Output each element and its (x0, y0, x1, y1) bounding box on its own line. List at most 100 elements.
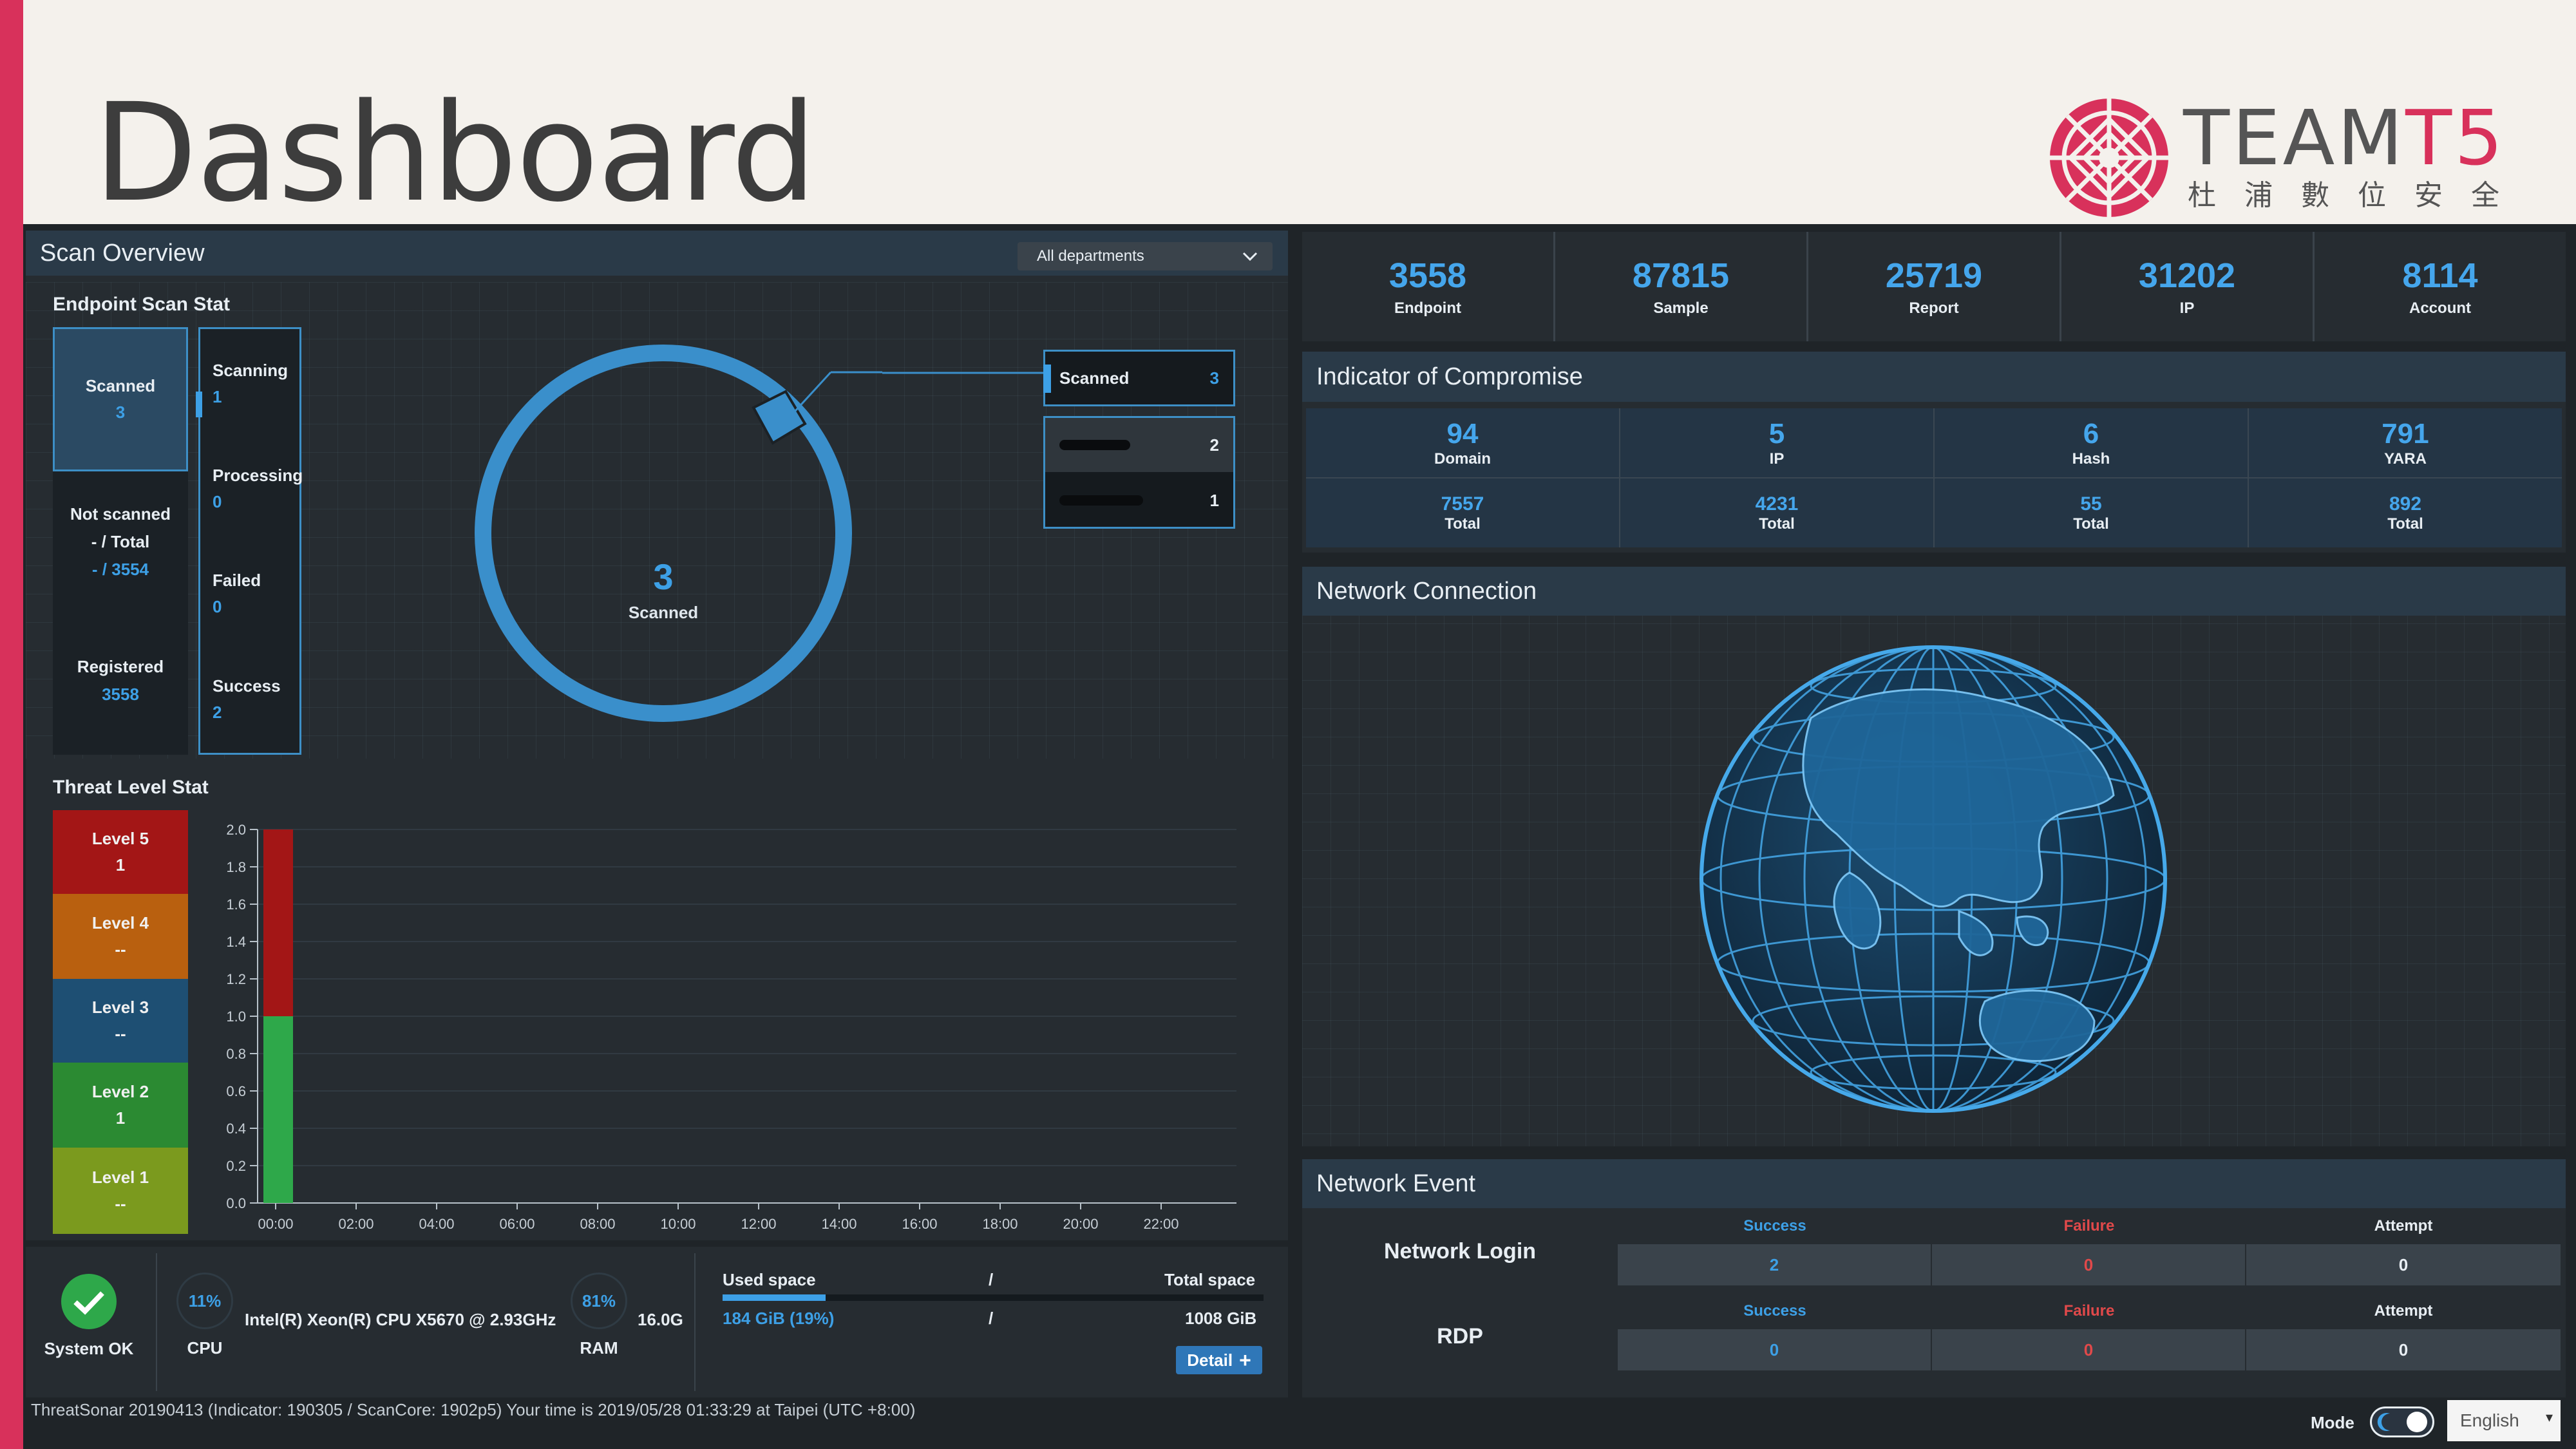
threat-level-4[interactable]: Level 4 -- (53, 894, 188, 979)
endpoint-scan-stat-title: Endpoint Scan Stat (53, 294, 231, 315)
success-header: Success (1743, 1302, 1806, 1320)
kpi-label: Sample (1653, 299, 1709, 317)
chart-ytick-label: 0.0 (226, 1195, 246, 1211)
ioc-ip[interactable]: 5 IP (1620, 408, 1933, 477)
legend-list: 2 1 (1043, 416, 1235, 529)
legend-row[interactable]: 2 (1045, 418, 1233, 472)
scanned-stat-value: 3 (115, 402, 126, 422)
rdp-success[interactable]: 0 (1618, 1329, 1931, 1370)
network-login-failure[interactable]: 0 (1932, 1244, 2245, 1285)
donut-connector (794, 371, 832, 412)
donut-handle (752, 390, 807, 445)
level-value: 1 (115, 855, 126, 875)
kpi-value: 87815 (1632, 256, 1730, 295)
disk-usage-fill (723, 1294, 826, 1301)
level-label: Level 3 (91, 998, 149, 1017)
network-login-success[interactable]: 2 (1618, 1244, 1931, 1285)
kpi-report[interactable]: 25719 Report (1808, 232, 2061, 341)
success-stat[interactable]: Success 2 (213, 676, 281, 723)
mode-toggle[interactable] (2370, 1406, 2434, 1437)
detail-button[interactable]: Detail + (1176, 1346, 1262, 1374)
kpi-value: 3558 (1388, 256, 1467, 295)
rdp-label: RDP (1437, 1324, 1483, 1349)
check-circle-icon (61, 1274, 117, 1329)
language-select[interactable]: English ▾ (2447, 1400, 2561, 1441)
system-ok-label: System OK (44, 1339, 134, 1358)
level-value: -- (115, 1024, 126, 1043)
chart-bar (263, 1016, 293, 1203)
attempt-header: Attempt (2374, 1217, 2433, 1235)
threat-level-1[interactable]: Level 1 -- (53, 1148, 188, 1234)
donut-connector-extension (882, 372, 1043, 374)
ioc-domain[interactable]: 94 Domain (1306, 408, 1619, 477)
legend-row-value: 2 (1209, 435, 1219, 455)
cpu-model: Intel(R) Xeon(R) CPU X5670 @ 2.93GHz (245, 1310, 556, 1329)
rdp-attempt[interactable]: 0 (2246, 1329, 2561, 1370)
caret-down-icon: ▾ (2545, 1409, 2553, 1425)
donut-value: 3 (653, 556, 674, 597)
language-select-value: English (2460, 1410, 2519, 1430)
ioc-total-value: 7557 (1441, 493, 1484, 515)
department-select[interactable]: All departments (1018, 242, 1273, 270)
cpu-percent: 11% (176, 1273, 233, 1329)
chart-ytick-label: 2.0 (226, 822, 246, 838)
level-value: -- (115, 1194, 126, 1213)
slide-title: Dashboard (93, 74, 817, 232)
scan-overview-panel: Scan Overview All departments Endpoint S… (26, 231, 1288, 1240)
scanning-stat[interactable]: Scanning 1 (213, 361, 288, 407)
legend-scanned[interactable]: Scanned 3 (1043, 350, 1235, 406)
failure-header: Failure (2063, 1302, 2115, 1320)
ram-label: RAM (580, 1338, 618, 1358)
processing-label: Processing (213, 466, 303, 485)
not-scanned-stat: Not scanned - / Total - / 3554 (53, 504, 188, 580)
ioc-grid: 94 Domain 5 IP 6 Hash 791 YARA 7557 Total 423… (1306, 408, 2562, 547)
chart-xtick-label: 14:00 (821, 1216, 857, 1232)
ioc-yara[interactable]: 791 YARA (2249, 408, 2562, 477)
logo-wordmark: TEAMT5 (2183, 93, 2506, 182)
threat-level-2[interactable]: Level 2 1 (53, 1063, 188, 1148)
kpi-value: 8114 (2402, 256, 2478, 295)
ioc-total-label: Total (1444, 515, 1481, 533)
legend-scanned-label: Scanned (1059, 368, 1130, 388)
network-connection-title: Network Connection (1316, 577, 1537, 605)
not-scanned-value: - / 3554 (91, 560, 149, 579)
chart-xtick-label: 18:00 (982, 1216, 1018, 1232)
ioc-label: YARA (2384, 450, 2427, 468)
cpu-label: CPU (187, 1338, 223, 1358)
chart-xtick-label: 10:00 (660, 1216, 696, 1232)
threat-level-chart: 0.0 0.2 0.4 0.6 0.8 1.0 1.2 1.4 1.6 1.8 2.0 00:00 02… (226, 822, 1236, 1232)
ioc-value: 94 (1446, 417, 1479, 450)
kpi-endpoint[interactable]: 3558 Endpoint (1302, 232, 1555, 341)
network-login-attempt[interactable]: 0 (2246, 1244, 2561, 1285)
ioc-hash-total[interactable]: 55 Total (1935, 478, 2248, 547)
ioc-ip-total[interactable]: 4231 Total (1620, 478, 1933, 547)
processing-stat[interactable]: Processing 0 (213, 466, 303, 512)
chart-ytick-label: 0.6 (226, 1083, 246, 1099)
ioc-label: IP (1769, 450, 1785, 468)
kpi-ip[interactable]: 31202 IP (2061, 232, 2315, 341)
threat-level-title: Threat Level Stat (53, 777, 209, 798)
scanning-label: Scanning (213, 361, 289, 380)
legend-row[interactable]: 1 (1045, 473, 1233, 527)
footer-status-text: ThreatSonar 20190413 (Indicator: 190305 … (31, 1400, 916, 1419)
scanned-stat-box[interactable]: Scanned 3 (53, 327, 188, 471)
ioc-domain-total[interactable]: 7557 Total (1306, 478, 1619, 547)
threat-level-3[interactable]: Level 3 -- (53, 979, 188, 1063)
threat-level-5[interactable]: Level 5 1 (53, 810, 188, 894)
registered-stat: Registered 3558 (53, 657, 188, 705)
ioc-label: Hash (2072, 450, 2110, 468)
logo-emblem-icon (2050, 99, 2168, 217)
kpi-sample[interactable]: 87815 Sample (1555, 232, 1808, 341)
network-event-panel: Network Event Network Login Success Fail… (1302, 1159, 2566, 1397)
kpi-label: Endpoint (1394, 299, 1461, 317)
failed-stat[interactable]: Failed 0 (213, 571, 261, 617)
ioc-hash[interactable]: 6 Hash (1935, 408, 2248, 477)
rdp-failure[interactable]: 0 (1932, 1329, 2245, 1370)
chart-xtick-label: 04:00 (419, 1216, 454, 1232)
ram-total: 16.0G (638, 1310, 683, 1329)
ioc-yara-total[interactable]: 892 Total (2249, 478, 2562, 547)
ioc-value: 791 (2382, 417, 2429, 450)
attempt-header: Attempt (2374, 1302, 2433, 1320)
slash-separator: / (989, 1270, 994, 1289)
kpi-account[interactable]: 8114 Account (2315, 232, 2566, 341)
